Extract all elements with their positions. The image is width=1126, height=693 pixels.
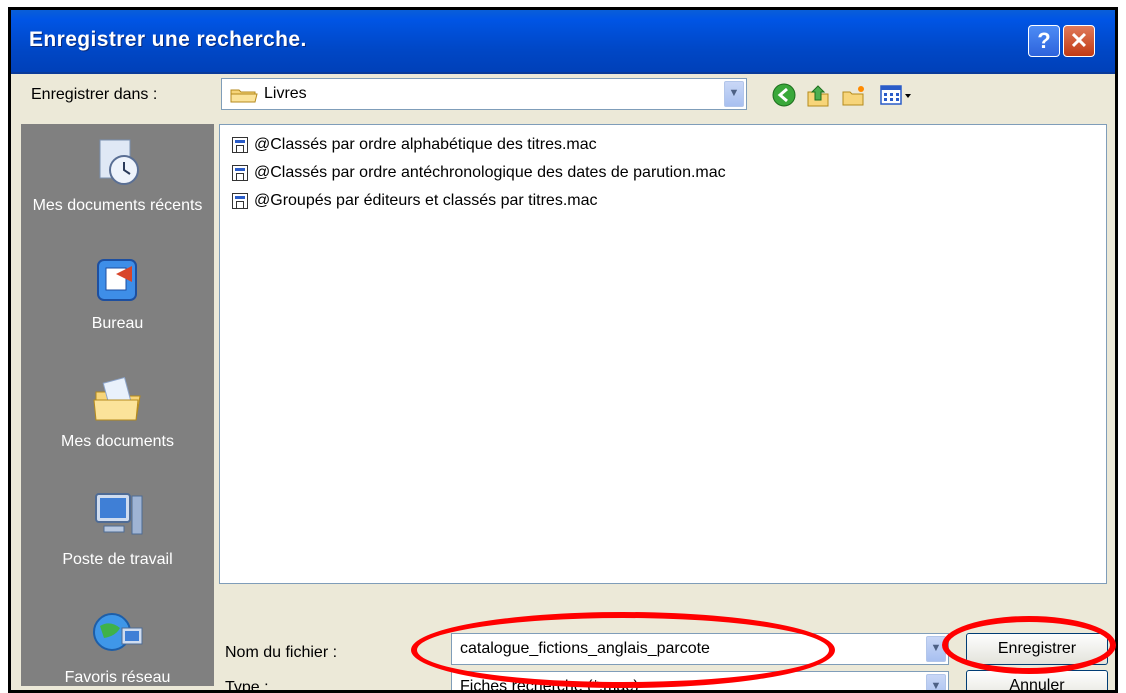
file-item[interactable]: @Classés par ordre alphabétique des titr… (232, 133, 597, 157)
close-button[interactable]: ✕ (1063, 25, 1095, 57)
view-menu-icon[interactable] (879, 82, 919, 108)
file-name: @Classés par ordre alphabétique des titr… (254, 136, 597, 153)
chevron-down-icon[interactable]: ▼ (926, 636, 946, 662)
file-item[interactable]: @Classés par ordre antéchronologique des… (232, 161, 726, 185)
my-computer-icon (94, 493, 142, 535)
file-list[interactable]: @Classés par ordre alphabétique des titr… (219, 124, 1107, 584)
folder-icon (230, 89, 258, 103)
place-label: Bureau (91, 315, 144, 332)
place-recent-documents[interactable]: Mes documents récents (21, 134, 214, 216)
file-name: @Groupés par éditeurs et classés par tit… (254, 192, 598, 209)
filetype-value: Fiches recherche (*.mac) (460, 678, 639, 693)
filetype-dropdown[interactable]: Fiches recherche (*.mac) ▼ (451, 671, 949, 693)
filetype-label: Type : (225, 679, 269, 693)
place-my-computer[interactable]: Poste de travail (21, 488, 214, 570)
title-bar: Enregistrer une recherche. ? ✕ (11, 10, 1115, 74)
desktop-icon (96, 259, 137, 301)
place-desktop[interactable]: Bureau (21, 252, 214, 334)
help-button[interactable]: ? (1028, 25, 1060, 57)
place-label: Poste de travail (62, 551, 173, 568)
mac-file-icon (232, 165, 248, 181)
dialog-title: Enregistrer une recherche. (29, 28, 307, 51)
filename-label: Nom du fichier : (225, 644, 338, 661)
filename-input[interactable]: catalogue_fictions_anglais_parcote ▼ (451, 633, 949, 665)
chevron-down-icon[interactable]: ▼ (724, 81, 744, 107)
file-item[interactable]: @Groupés par éditeurs et classés par tit… (232, 189, 598, 213)
save-dialog: Enregistrer une recherche. ? ✕ Enregistr… (8, 7, 1118, 693)
my-documents-icon (92, 376, 141, 421)
up-folder-icon[interactable] (805, 82, 831, 108)
save-in-dropdown[interactable]: Livres ▼ (221, 78, 747, 110)
back-icon[interactable] (771, 82, 797, 108)
place-label: Mes documents récents (32, 197, 203, 214)
file-name: @Classés par ordre antéchronologique des… (254, 164, 726, 181)
network-places-icon (92, 613, 142, 651)
new-folder-icon[interactable] (841, 82, 867, 108)
places-bar: Mes documents récents Bureau Mes documen… (21, 124, 214, 686)
mac-file-icon (232, 193, 248, 209)
place-my-documents[interactable]: Mes documents (21, 370, 214, 452)
save-in-label: Enregistrer dans : (31, 86, 158, 103)
cancel-button[interactable]: Annuler (966, 670, 1108, 690)
mac-file-icon (232, 137, 248, 153)
save-in-value: Livres (264, 85, 307, 102)
save-button[interactable]: Enregistrer (966, 633, 1108, 665)
recent-documents-icon (99, 139, 139, 185)
filename-value: catalogue_fictions_anglais_parcote (460, 640, 710, 657)
place-network[interactable]: Favoris réseau (21, 606, 214, 688)
place-label: Mes documents (61, 433, 174, 450)
chevron-down-icon[interactable]: ▼ (926, 674, 946, 690)
place-label: Favoris réseau (64, 669, 171, 686)
